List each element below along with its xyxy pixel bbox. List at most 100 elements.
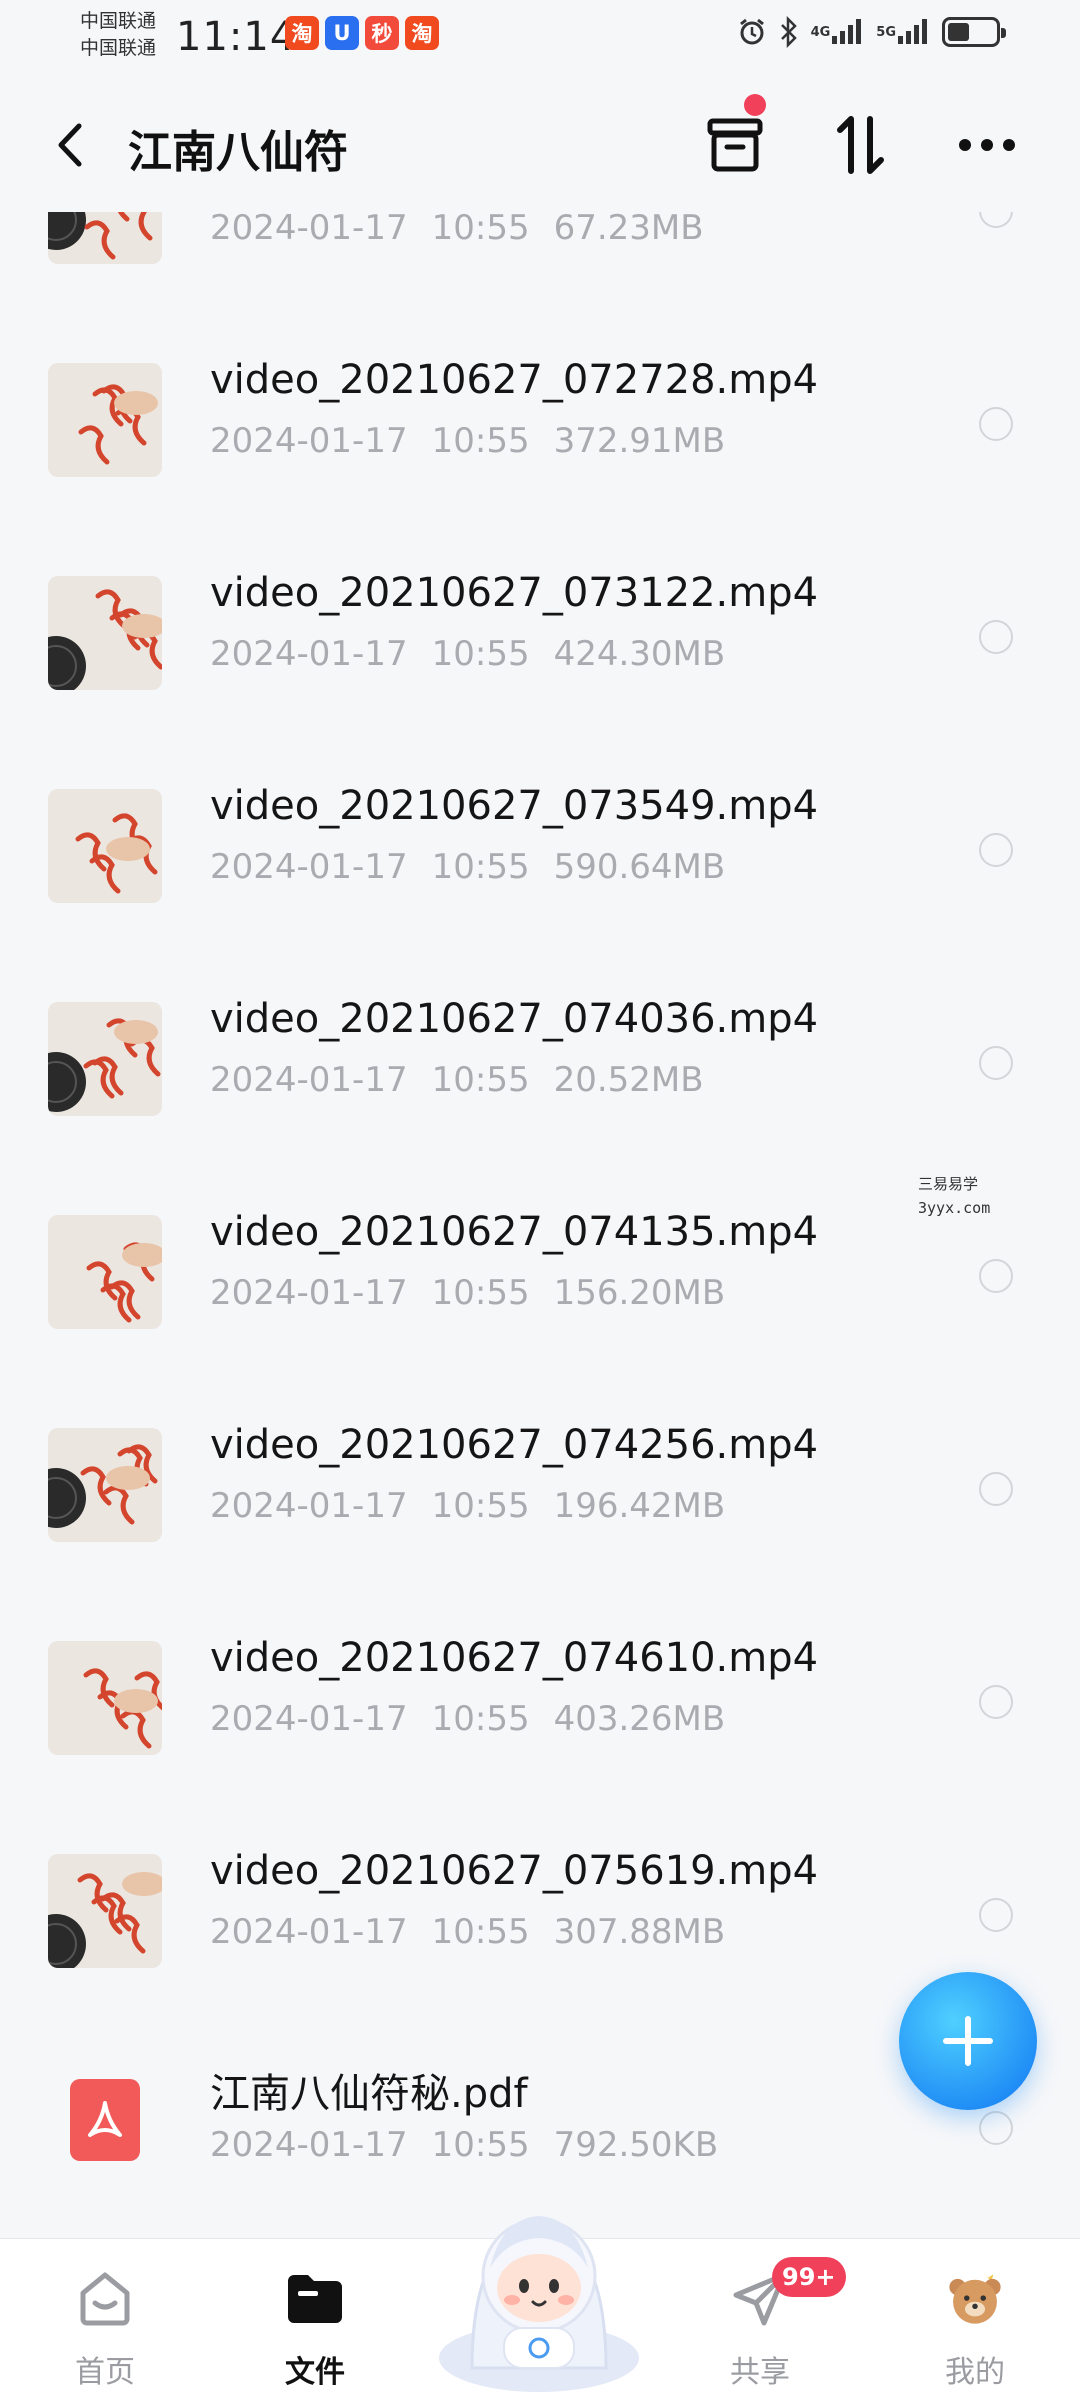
file-item-video[interactable]: video_20210627_072728.mp4 2024-01-17 10:55… xyxy=(0,313,1080,517)
file-name: video_20210627_074135.mp4 xyxy=(210,1209,819,1255)
alarm-icon xyxy=(737,17,767,47)
carrier-labels: 中国联通 中国联通 xyxy=(80,8,156,62)
file-item-video[interactable]: video_20210627_075619.mp4 2024-01-17 10:55… xyxy=(0,1804,1080,2008)
file-date: 2024-01-17 xyxy=(210,1699,408,1739)
file-size: 424.30MB xyxy=(553,634,726,674)
video-thumbnail xyxy=(48,1641,162,1755)
file-item-video[interactable]: video_20210627_074256.mp4 2024-01-17 10:55… xyxy=(0,1378,1080,1582)
file-name: video_20210627_074036.mp4 xyxy=(210,996,819,1042)
nav-label-files: 文件 xyxy=(285,2355,345,2390)
select-radio-button[interactable] xyxy=(979,1472,1013,1506)
file-meta: 2024-01-17 10:55 307.88MB xyxy=(210,1912,749,1952)
select-radio-button[interactable] xyxy=(979,1046,1013,1080)
select-radio-button[interactable] xyxy=(979,1259,1013,1293)
mascot-icon xyxy=(439,2216,639,2392)
file-size: 156.20MB xyxy=(553,1273,726,1313)
file-size: 20.52MB xyxy=(553,1060,704,1100)
file-size: 792.50KB xyxy=(553,2125,719,2165)
file-time: 10:55 xyxy=(431,634,530,674)
file-size: 372.91MB xyxy=(553,421,726,461)
file-date: 2024-01-17 xyxy=(210,421,408,461)
notification-app-icon: 淘 xyxy=(285,16,319,50)
file-meta: 2024-01-17 10:55 424.30MB xyxy=(210,634,749,674)
signal-5g-icon: 5G xyxy=(876,18,930,46)
add-button[interactable] xyxy=(899,1972,1037,2110)
battery-icon xyxy=(942,17,1006,47)
file-date: 2024-01-17 xyxy=(210,2125,408,2165)
file-time: 10:55 xyxy=(431,1060,530,1100)
video-thumbnail xyxy=(48,1215,162,1329)
watermark: 三易易学 3yyx.com xyxy=(918,1172,990,1220)
battery-level xyxy=(948,23,969,41)
file-date: 2024-01-17 xyxy=(210,1273,408,1313)
select-radio-button[interactable] xyxy=(979,833,1013,867)
select-radio-button[interactable] xyxy=(979,1898,1013,1932)
folder-icon xyxy=(283,2267,347,2331)
file-date: 2024-01-17 xyxy=(210,634,408,674)
sort-arrows-icon xyxy=(837,116,884,174)
file-name: 江南八仙符秘.pdf xyxy=(210,2071,528,2117)
nav-label-share: 共享 xyxy=(730,2355,790,2390)
archive-box-icon xyxy=(707,118,763,172)
bluetooth-icon xyxy=(779,16,799,48)
file-meta: 2024-01-17 10:55 196.42MB xyxy=(210,1486,749,1526)
screen: video_20210627_072643.mp42024-01-1710:55… xyxy=(0,0,1080,2400)
file-name: video_20210627_072728.mp4 xyxy=(210,357,819,403)
select-radio-button[interactable] xyxy=(979,1685,1013,1719)
file-meta: 2024-01-17 10:55 792.50KB xyxy=(210,2125,742,2165)
notification-app-icons: 淘U秒淘 xyxy=(285,16,439,50)
file-meta: 2024-01-17 10:55 20.52MB xyxy=(210,1060,728,1100)
file-item-video[interactable]: video_20210627_074610.mp4 2024-01-17 10:55… xyxy=(0,1591,1080,1795)
carrier-2: 中国联通 xyxy=(80,37,157,59)
file-time: 10:55 xyxy=(431,1912,530,1952)
select-radio-button[interactable] xyxy=(979,407,1013,441)
more-options-button[interactable] xyxy=(952,110,1022,180)
archive-button[interactable] xyxy=(700,94,770,180)
file-size: 307.88MB xyxy=(553,1912,726,1952)
file-size: 590.64MB xyxy=(553,847,726,887)
status-time: 11:14 xyxy=(176,14,297,60)
file-item-video[interactable]: video_20210627_073549.mp4 2024-01-17 10:55… xyxy=(0,739,1080,943)
nav-item-home[interactable]: 首页 xyxy=(25,2257,185,2390)
file-date: 2024-01-17 xyxy=(210,208,408,248)
file-name: video_20210627_074610.mp4 xyxy=(210,1635,819,1681)
file-time: 10:55 xyxy=(431,208,530,248)
nav-item-share[interactable]: 共享 99+ xyxy=(680,2257,846,2390)
notification-app-icon: 淘 xyxy=(405,16,439,50)
more-dots-icon xyxy=(959,139,1015,151)
status-indicators: 4G 5G xyxy=(737,16,1006,48)
file-name: video_20210627_073549.mp4 xyxy=(210,783,819,829)
nav-item-profile[interactable]: 我的 xyxy=(895,2257,1055,2390)
file-time: 10:55 xyxy=(431,1699,530,1739)
file-size: 403.26MB xyxy=(553,1699,726,1739)
file-date: 2024-01-17 xyxy=(210,1486,408,1526)
plus-icon xyxy=(943,2016,993,2066)
select-radio-button[interactable] xyxy=(979,2111,1013,2145)
pdf-file-icon xyxy=(70,2079,140,2161)
file-meta: 2024-01-17 10:55 67.23MB xyxy=(210,208,728,248)
watermark-line-2: 3yyx.com xyxy=(918,1199,991,1217)
home-icon xyxy=(73,2267,137,2331)
carrier-1: 中国联通 xyxy=(80,10,157,32)
video-thumbnail xyxy=(48,1854,162,1968)
signal-4g-icon: 4G xyxy=(811,18,865,46)
file-time: 10:55 xyxy=(431,1486,530,1526)
assistant-mascot-button[interactable] xyxy=(432,2178,646,2392)
nav-label-home: 首页 xyxy=(75,2355,135,2390)
file-date: 2024-01-17 xyxy=(210,1912,408,1952)
nav-item-files[interactable]: 文件 xyxy=(235,2257,395,2390)
sort-button[interactable] xyxy=(826,110,896,180)
video-thumbnail xyxy=(48,789,162,903)
file-time: 10:55 xyxy=(431,421,530,461)
file-time: 10:55 xyxy=(431,2125,530,2165)
file-item-video[interactable]: video_20210627_073122.mp4 2024-01-17 10:55… xyxy=(0,526,1080,730)
nav-label-profile: 我的 xyxy=(945,2355,1005,2390)
file-item-video[interactable]: video_20210627_074036.mp4 2024-01-17 10:55… xyxy=(0,952,1080,1156)
file-meta: 2024-01-17 10:55 403.26MB xyxy=(210,1699,749,1739)
select-radio-button[interactable] xyxy=(979,620,1013,654)
file-time: 10:55 xyxy=(431,1273,530,1313)
page-title: 江南八仙符 xyxy=(128,127,348,178)
back-button[interactable] xyxy=(46,120,94,170)
file-name: video_20210627_075619.mp4 xyxy=(210,1848,819,1894)
file-name: video_20210627_074256.mp4 xyxy=(210,1422,819,1468)
